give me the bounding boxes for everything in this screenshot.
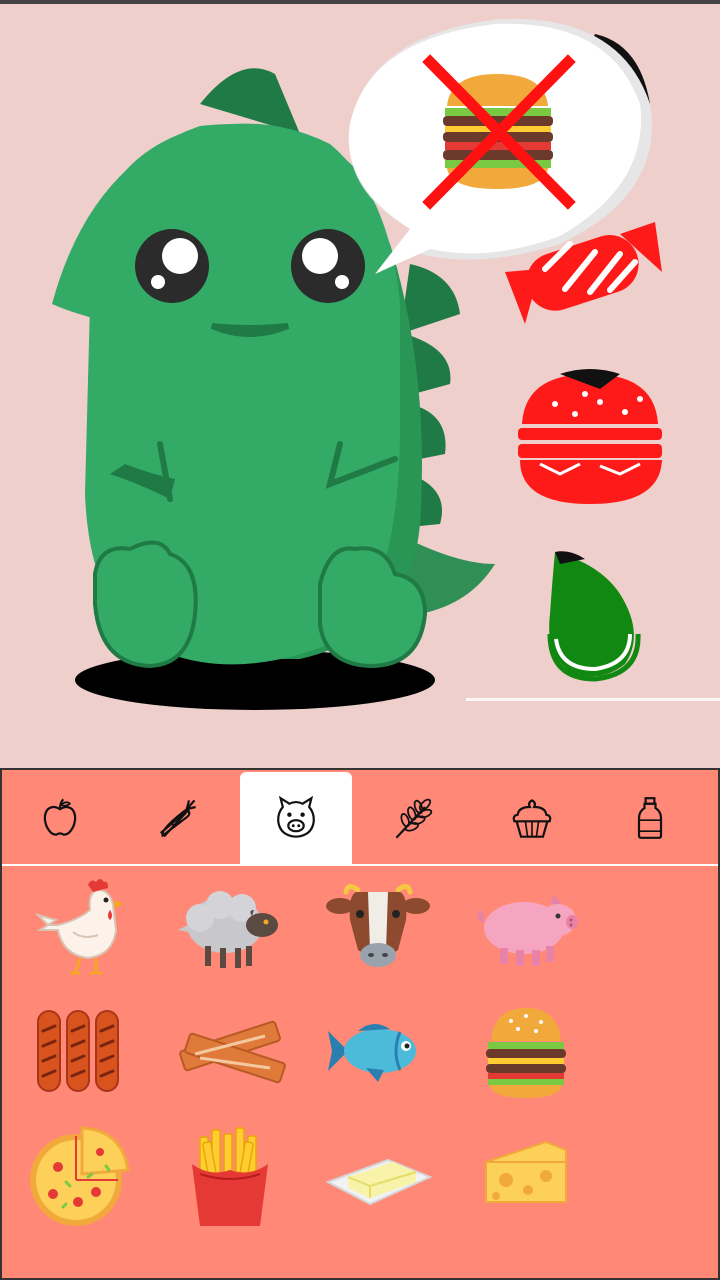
pig-icon	[277, 796, 315, 838]
tab-sweets[interactable]	[476, 772, 588, 864]
game-scene	[0, 4, 720, 768]
food-item-cow[interactable]	[318, 870, 438, 980]
tab-meat[interactable]	[240, 772, 352, 864]
bottle-icon	[637, 797, 663, 839]
chicken-icon	[34, 879, 124, 976]
food-item-sausages[interactable]	[18, 996, 138, 1106]
pig-food-icon	[477, 894, 578, 966]
carrot-icon	[159, 799, 196, 838]
cupcake-icon	[512, 799, 552, 838]
food-item-cheese[interactable]	[466, 1122, 586, 1232]
pizza-icon	[30, 1126, 130, 1226]
food-item-chicken[interactable]	[18, 870, 138, 980]
tab-drinks[interactable]	[594, 772, 706, 864]
butter-icon	[325, 1158, 433, 1206]
food-item-sheep[interactable]	[170, 870, 290, 980]
burger-red	[518, 369, 662, 504]
cheese-icon	[485, 1140, 567, 1203]
tab-grains[interactable]	[358, 772, 470, 864]
food-items-grid	[2, 866, 718, 1280]
food-item-fish[interactable]	[318, 996, 438, 1106]
apple-icon	[43, 798, 77, 836]
food-item-pizza[interactable]	[18, 1122, 138, 1232]
drop-green	[547, 551, 641, 682]
shelf-line	[466, 698, 720, 701]
food-item-bacon[interactable]	[170, 996, 290, 1106]
dino-foot-left	[93, 540, 198, 669]
food-item-burger[interactable]	[466, 996, 586, 1106]
burger-icon	[486, 1008, 566, 1098]
fish-icon	[328, 1023, 416, 1082]
wheat-icon	[395, 798, 433, 839]
dino-mouth	[210, 323, 290, 337]
food-item-fries[interactable]	[170, 1122, 290, 1232]
tab-vegetables[interactable]	[122, 772, 234, 864]
fries-icon	[192, 1127, 268, 1226]
tab-fruits[interactable]	[4, 772, 116, 864]
sheep-icon	[178, 891, 278, 968]
food-panel	[0, 768, 720, 1280]
sausages-icon	[37, 1010, 119, 1092]
cow-icon	[326, 884, 430, 967]
bacon-icon	[179, 1020, 286, 1084]
food-item-butter[interactable]	[318, 1122, 438, 1232]
food-item-pig[interactable]	[466, 870, 586, 980]
category-tabs	[2, 770, 718, 866]
